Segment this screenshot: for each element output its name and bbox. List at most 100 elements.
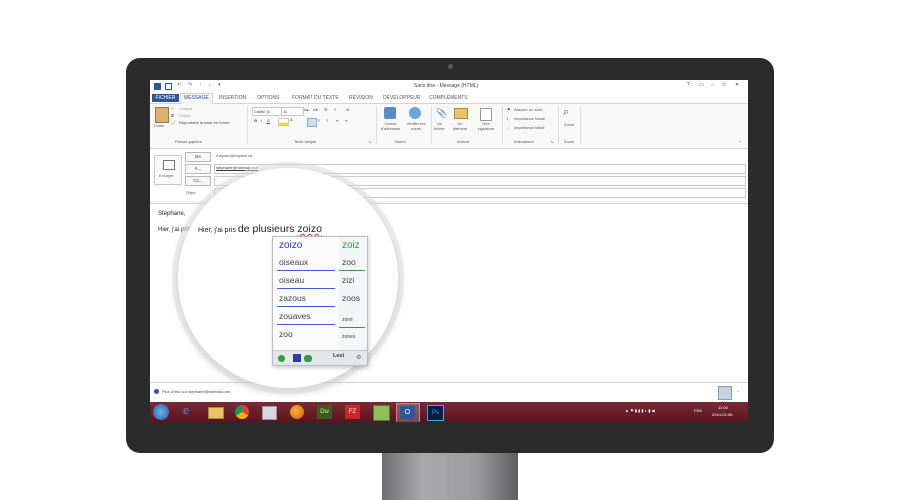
clock-time[interactable]: 11:06 bbox=[718, 405, 728, 410]
suggestion-item[interactable]: zoo bbox=[279, 329, 293, 339]
clear-format-icon[interactable]: A̸ bbox=[346, 107, 349, 112]
zoom-icon[interactable]: ⌕ bbox=[563, 106, 569, 119]
send-button[interactable]: Envoyer bbox=[154, 155, 182, 185]
copy-icon[interactable]: ⧉ bbox=[171, 113, 174, 118]
file-explorer-icon[interactable] bbox=[208, 407, 224, 419]
start-button[interactable] bbox=[153, 404, 169, 420]
suggestion-item-secondary[interactable]: zoné bbox=[342, 317, 353, 323]
undo-icon[interactable]: ↶ bbox=[177, 82, 181, 88]
app-icon[interactable] bbox=[262, 406, 277, 420]
check-names-button[interactable]: Vérifier les noms bbox=[404, 121, 428, 131]
signature-button[interactable]: Une signature bbox=[474, 121, 498, 131]
minimize-button[interactable]: – bbox=[711, 82, 714, 88]
suggestion-item[interactable]: zazous bbox=[279, 293, 306, 303]
collapse-ribbon-icon[interactable]: ^ bbox=[739, 139, 741, 144]
customize-qat-icon[interactable]: ▾ bbox=[218, 82, 221, 88]
tab-format-du-texte[interactable]: FORMAT DU TEXTE bbox=[292, 95, 339, 101]
play-icon[interactable] bbox=[278, 355, 285, 362]
tab-revision[interactable]: RÉVISION bbox=[349, 95, 373, 101]
tags-launcher-icon[interactable]: ↘ bbox=[550, 139, 553, 144]
to-button[interactable]: À... bbox=[185, 164, 211, 174]
up-arrow-icon[interactable]: ↑ bbox=[199, 82, 202, 88]
check-names-icon[interactable] bbox=[409, 107, 421, 119]
format-painter-button[interactable]: Reproduire la mise en forme bbox=[179, 120, 229, 125]
settings-icon[interactable]: ⚙ bbox=[356, 354, 361, 361]
suggestion-item-secondary[interactable]: zones bbox=[342, 334, 355, 340]
speak-icon[interactable] bbox=[293, 354, 301, 362]
indent-icon[interactable]: ⇥ bbox=[344, 118, 347, 123]
suggestion-item-secondary[interactable]: zoo bbox=[342, 257, 356, 267]
format-painter-icon[interactable]: 🖌 bbox=[171, 120, 176, 125]
suggestion-item-secondary[interactable]: zoos bbox=[342, 293, 360, 303]
paste-icon[interactable] bbox=[155, 107, 169, 123]
cut-icon[interactable]: ✂ bbox=[171, 106, 174, 111]
grow-font-icon[interactable]: A▴ bbox=[304, 107, 309, 112]
from-button[interactable]: De bbox=[185, 152, 211, 162]
bold-icon[interactable]: G bbox=[254, 118, 257, 123]
zoom-button[interactable]: Zoom bbox=[564, 122, 574, 127]
basic-text-launcher-icon[interactable]: ↘ bbox=[368, 139, 371, 144]
underline-icon[interactable]: S bbox=[267, 118, 270, 123]
tab-insertion[interactable]: INSERTION bbox=[219, 95, 246, 101]
cut-button[interactable]: Couper bbox=[179, 106, 192, 111]
info-text[interactable]: Plus d'info sur stephane@hotmail.com. bbox=[162, 389, 231, 394]
high-importance-button[interactable]: Importance haute bbox=[514, 116, 545, 121]
font-size-select[interactable]: 11 bbox=[281, 107, 304, 116]
tab-fichier[interactable]: FICHIER bbox=[152, 94, 179, 102]
paste-button[interactable]: Coller bbox=[154, 123, 164, 128]
align-left-icon[interactable] bbox=[307, 118, 317, 127]
signature-icon[interactable] bbox=[480, 108, 492, 121]
attach-file-button[interactable]: Un fichier bbox=[433, 121, 446, 131]
attach-item-icon[interactable] bbox=[454, 108, 468, 119]
align-right-icon[interactable]: ≡ bbox=[326, 118, 328, 123]
bullets-icon[interactable]: ☰ bbox=[324, 107, 328, 112]
help-button[interactable]: ? bbox=[687, 82, 690, 88]
address-book-icon[interactable] bbox=[384, 107, 396, 119]
maximize-button[interactable]: □ bbox=[723, 82, 726, 88]
ribbon-options-icon[interactable]: ▭ bbox=[699, 82, 704, 88]
font-name-select[interactable]: Calibri (C bbox=[252, 107, 283, 116]
highlight-icon[interactable] bbox=[278, 118, 289, 126]
save-icon[interactable] bbox=[165, 83, 172, 90]
shrink-font-icon[interactable]: A▾ bbox=[313, 107, 318, 112]
outlook-taskbar-button[interactable]: O bbox=[396, 403, 420, 422]
follow-up-button[interactable]: Assurer un suivi bbox=[514, 107, 542, 112]
cc-button[interactable]: Cc... bbox=[185, 176, 211, 186]
options-icon[interactable] bbox=[304, 355, 312, 362]
italic-icon[interactable]: I bbox=[261, 118, 262, 123]
avatar[interactable] bbox=[718, 386, 732, 400]
tab-developpeur[interactable]: DÉVELOPPEUR bbox=[383, 95, 421, 101]
suggestion-item-secondary[interactable]: zoiz bbox=[342, 240, 360, 251]
align-center-icon[interactable]: ≡ bbox=[318, 118, 320, 123]
suggestion-item[interactable]: oiseaux bbox=[279, 257, 308, 267]
attach-item-button[interactable]: Un élément bbox=[450, 121, 470, 131]
dreamweaver-icon[interactable]: Dw bbox=[317, 405, 332, 419]
outdent-icon[interactable]: ⇤ bbox=[336, 118, 339, 123]
suggestion-item-secondary[interactable]: zizi bbox=[342, 275, 354, 285]
app-icon[interactable] bbox=[373, 405, 390, 421]
down-arrow-icon[interactable]: ↓ bbox=[208, 82, 211, 88]
suggestion-item[interactable]: oiseau bbox=[279, 275, 304, 285]
to-recipient[interactable]: stephane@hotmail.com bbox=[216, 165, 258, 170]
suggestion-item[interactable]: zouaves bbox=[279, 311, 311, 321]
tab-message[interactable]: MESSAGE bbox=[180, 93, 213, 104]
low-importance-icon[interactable]: ↓ bbox=[507, 125, 509, 130]
font-color-icon[interactable]: A bbox=[290, 117, 293, 122]
firefox-icon[interactable] bbox=[290, 405, 304, 419]
tray-flag-icon[interactable]: ▲ ⚑ ▮ ▮ ▮ ◐ ▮ ◀ bbox=[625, 408, 655, 413]
suggestion-item[interactable]: zoizo bbox=[279, 240, 302, 251]
expand-pane-icon[interactable]: ^ bbox=[737, 389, 739, 394]
attach-file-icon[interactable]: 📎 bbox=[436, 108, 447, 119]
high-importance-icon[interactable]: ! bbox=[507, 116, 508, 121]
address-book-button[interactable]: Carnet d'adresses bbox=[378, 121, 403, 131]
clock-date[interactable]: 2014-02-06 bbox=[712, 412, 732, 417]
copy-button[interactable]: Copier bbox=[179, 113, 191, 118]
filezilla-icon[interactable]: FZ bbox=[345, 405, 360, 419]
low-importance-button[interactable]: Importance faible bbox=[514, 125, 545, 130]
redo-icon[interactable]: ↷ bbox=[188, 82, 192, 88]
numbering-icon[interactable]: ≡ bbox=[334, 107, 336, 112]
chrome-icon[interactable] bbox=[235, 405, 249, 419]
internet-explorer-icon[interactable]: e bbox=[183, 405, 189, 417]
tab-options[interactable]: OPTIONS bbox=[257, 95, 280, 101]
flag-icon[interactable]: ⚑ bbox=[507, 107, 511, 112]
